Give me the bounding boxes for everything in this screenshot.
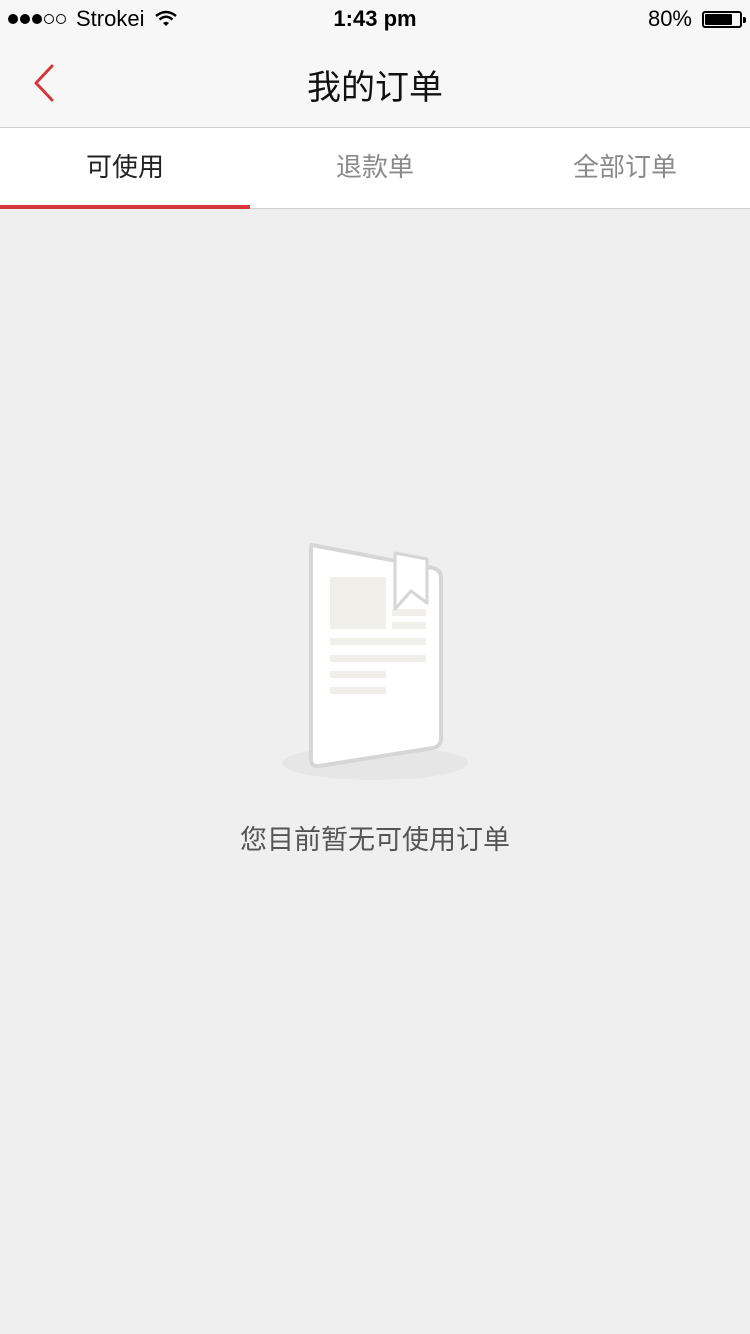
tab-label: 退款单 (335, 153, 414, 183)
page-title: 我的订单 (307, 68, 443, 108)
empty-state-message: 您目前暂无可使用订单 (240, 825, 510, 856)
battery-fill (705, 13, 733, 25)
battery-percent: 80% (647, 6, 692, 31)
status-bar: Strokei 1:43 pm 80% (0, 0, 750, 40)
status-right: 80% (647, 6, 746, 32)
tab-all-orders[interactable]: 全部订单 (500, 128, 750, 208)
order-tabs: 可使用 退款单 全部订单 (0, 128, 750, 209)
tab-label: 全部订单 (572, 153, 677, 183)
active-tab-indicator (0, 205, 250, 209)
empty-book-icon (282, 542, 468, 780)
tab-label: 可使用 (85, 153, 164, 183)
battery-icon (702, 10, 746, 28)
tab-available[interactable]: 可使用 (0, 128, 250, 209)
tab-refunds[interactable]: 退款单 (250, 128, 500, 208)
navigation-bar: 我的订单 (0, 40, 750, 128)
status-time: 1:43 pm (333, 6, 417, 31)
